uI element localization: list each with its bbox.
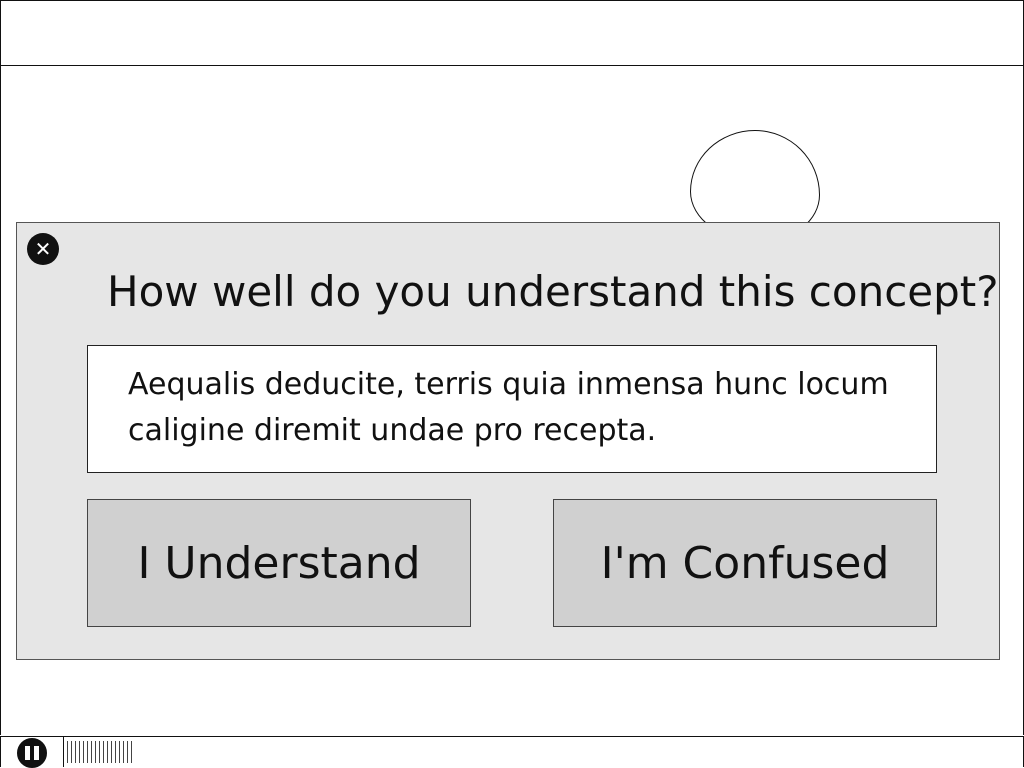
top-bar [0, 0, 1024, 66]
progress-scrubber[interactable] [67, 741, 133, 763]
player-controls [0, 736, 1024, 768]
control-divider [63, 737, 64, 767]
understand-button[interactable]: I Understand [87, 499, 471, 627]
dialog-question: How well do you understand this concept? [107, 267, 999, 316]
concept-text: Aequalis deducite, terris quia inmensa h… [87, 345, 937, 473]
feedback-dialog: ✕ How well do you understand this concep… [16, 222, 1000, 660]
close-icon[interactable]: ✕ [27, 233, 59, 265]
pause-icon[interactable] [17, 738, 47, 768]
confused-button[interactable]: I'm Confused [553, 499, 937, 627]
